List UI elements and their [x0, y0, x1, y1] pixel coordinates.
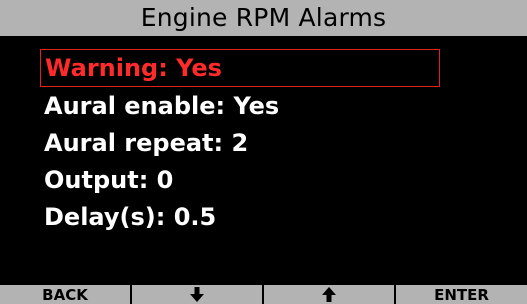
display-screen: Engine RPM Alarms Warning: Yes Aural ena…: [0, 0, 527, 304]
menu-item-label: Aural repeat: 2: [44, 128, 249, 157]
menu-item-output[interactable]: Output: 0: [40, 161, 440, 198]
menu-item-label: Delay(s): 0.5: [44, 202, 217, 231]
arrow-down-icon: [190, 287, 204, 302]
enter-button[interactable]: ENTER: [396, 285, 527, 304]
enter-button-label: ENTER: [434, 285, 489, 304]
title-bar: Engine RPM Alarms: [0, 0, 527, 36]
alarm-settings-menu: Warning: Yes Aural enable: Yes Aural rep…: [40, 49, 440, 235]
menu-item-label: Output: 0: [44, 165, 174, 194]
softkey-bar: BACK ENTER: [0, 285, 527, 304]
page-title: Engine RPM Alarms: [140, 3, 387, 32]
menu-item-delay[interactable]: Delay(s): 0.5: [40, 198, 440, 235]
menu-item-aural-enable[interactable]: Aural enable: Yes: [40, 87, 440, 124]
back-button[interactable]: BACK: [0, 285, 130, 304]
down-button[interactable]: [132, 285, 262, 304]
menu-item-aural-repeat[interactable]: Aural repeat: 2: [40, 124, 440, 161]
menu-item-warning[interactable]: Warning: Yes: [40, 49, 440, 87]
arrow-up-icon: [322, 287, 336, 302]
back-button-label: BACK: [42, 285, 88, 304]
up-button[interactable]: [264, 285, 394, 304]
menu-item-label: Warning: Yes: [45, 54, 222, 82]
menu-item-label: Aural enable: Yes: [44, 91, 280, 120]
